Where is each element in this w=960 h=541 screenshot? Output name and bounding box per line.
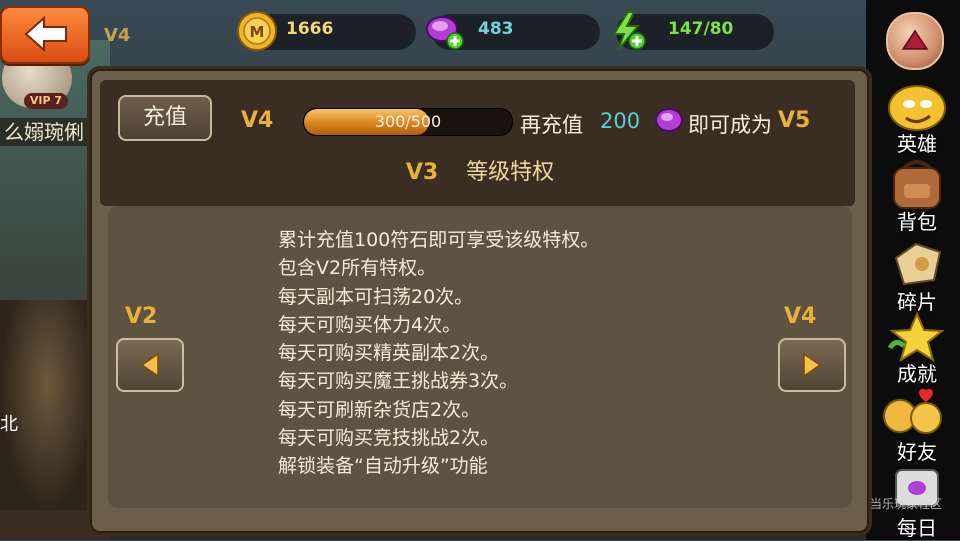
sidebar-item-hero[interactable]: 英雄	[874, 82, 960, 156]
gem-icon	[655, 108, 683, 132]
sidebar-label-daily: 每日	[897, 516, 937, 540]
energy-value: 147/80	[668, 19, 734, 39]
next-level-label: V4	[784, 304, 817, 329]
background-v-tag: V4	[104, 25, 131, 46]
privilege-item: 每天可购买魔王挑战券3次。	[278, 370, 519, 393]
become-text: 即可成为	[688, 113, 772, 137]
privilege-item: 每天可购买竞技挑战2次。	[278, 427, 500, 450]
energy-add-icon[interactable]	[606, 10, 648, 52]
fragments-icon	[894, 242, 942, 286]
sidebar-label-fragments: 碎片	[897, 290, 937, 314]
privilege-item: 每天可刷新杂货店2次。	[278, 398, 481, 421]
watermark: 当乐玩家社区	[870, 497, 943, 511]
privilege-item: 每天可购买体力4次。	[278, 313, 462, 336]
svg-text:M: M	[250, 23, 265, 41]
back-button[interactable]	[0, 6, 90, 64]
friends-icon	[883, 388, 942, 434]
back-arrow-icon	[24, 16, 67, 52]
gems-value: 483	[478, 19, 514, 39]
achievement-star-icon	[887, 312, 945, 362]
recharge-amount: 200	[600, 109, 641, 133]
sidebar-label-friends: 好友	[897, 440, 937, 464]
background-vip-tag: VIP 7	[24, 93, 68, 109]
sidebar-item-friends[interactable]: 好友	[874, 388, 960, 464]
privilege-item: 解锁装备“自动升级”功能	[278, 455, 488, 478]
background-side-text: 北	[0, 414, 18, 435]
player-name: 么嫋琬俐	[0, 118, 99, 146]
level-title-suffix: 等级特权	[466, 160, 555, 185]
coin-icon: M	[237, 11, 277, 51]
privilege-list: 累计充值100符石即可享受该级特权。 包含V2所有特权。 每天副本可扫荡20次。 每天…	[278, 226, 599, 481]
arrow-left-icon	[140, 352, 159, 378]
privilege-item: 每天副本可扫荡20次。	[278, 285, 474, 308]
recharge-prefix-text: 再充值	[520, 113, 583, 137]
sidebar-label-hero: 英雄	[897, 132, 937, 156]
hero-icon	[888, 85, 946, 131]
prev-level-label: V2	[125, 304, 158, 329]
triangle-up-icon	[901, 29, 929, 50]
next-level-button[interactable]	[778, 338, 846, 392]
gem-add-icon[interactable]	[424, 10, 466, 52]
current-vip-level: V4	[241, 108, 274, 133]
arrow-right-icon	[803, 352, 822, 378]
background-warrior	[0, 300, 95, 510]
vip-progress-text: 300/500	[374, 112, 442, 131]
privilege-item: 累计充值100符石即可享受该级特权。	[278, 229, 600, 251]
sidebar-label-backpack: 背包	[897, 210, 937, 234]
prev-level-button[interactable]	[116, 338, 184, 392]
vip-progress-bar: 300/500	[303, 108, 513, 136]
sidebar-item-fragments[interactable]: 碎片	[874, 236, 960, 314]
collapse-toggle-button[interactable]	[886, 12, 944, 70]
next-vip-level: V5	[778, 108, 811, 133]
coins-value: 1666	[286, 19, 334, 39]
privilege-item: 每天可购买精英副本2次。	[278, 342, 500, 365]
level-title: V3 等级特权	[0, 154, 960, 186]
sidebar-label-achievement: 成就	[897, 362, 937, 386]
level-title-vip: V3	[405, 160, 439, 185]
sidebar-item-achievement[interactable]: 成就	[874, 312, 960, 386]
recharge-button[interactable]: 充值	[118, 95, 212, 141]
privilege-item: 包含V2所有特权。	[278, 257, 437, 280]
